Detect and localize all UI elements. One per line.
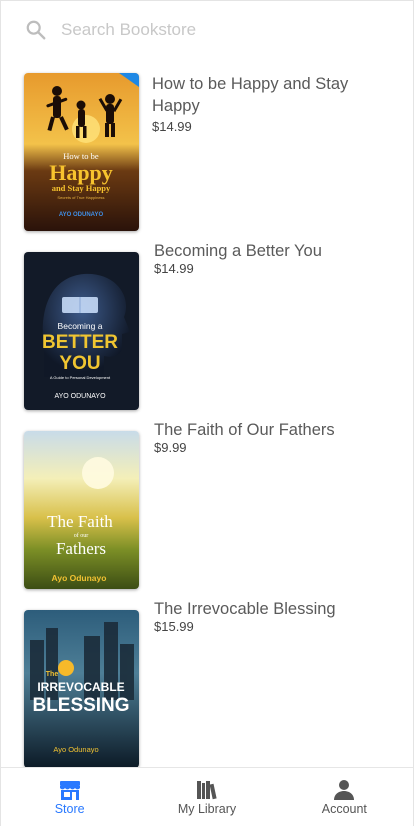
search-icon[interactable] (25, 19, 47, 41)
book-list: How to be Happy and Stay Happy Secrets o… (1, 59, 413, 775)
book-cover[interactable]: The IRREVOCABLE BLESSING Ayo Odunayo (24, 610, 139, 768)
tab-store[interactable]: Store (1, 768, 138, 827)
library-icon (196, 781, 217, 800)
book-title[interactable]: The Irrevocable Blessing (154, 598, 394, 620)
search-input[interactable] (61, 15, 391, 45)
cover-text: Ayo Odunayo (52, 573, 107, 583)
list-item[interactable]: How to be Happy and Stay Happy Secrets o… (1, 59, 413, 238)
bottom-navigation: Store My Library Account (1, 767, 413, 827)
book-cover[interactable]: Becoming a BETTER YOU A Guide to Persona… (24, 252, 139, 410)
book-title[interactable]: The Faith of Our Fathers (154, 419, 394, 441)
cover-text: The Faith (47, 512, 113, 531)
tab-label: My Library (177, 802, 237, 816)
book-price: $15.99 (154, 619, 194, 634)
list-item[interactable]: The Faith of our Fathers Ayo Odunayo The… (1, 417, 413, 596)
tab-label: Store (54, 802, 85, 816)
tab-my-library[interactable]: My Library (138, 768, 275, 827)
book-price: $14.99 (152, 119, 192, 134)
book-cover[interactable]: How to be Happy and Stay Happy Secrets o… (24, 73, 139, 231)
book-title[interactable]: How to be Happy and Stay Happy (152, 73, 392, 117)
cover-text: and Stay Happy (52, 183, 111, 193)
cover-text: IRREVOCABLE (37, 680, 124, 694)
list-item[interactable]: Becoming a BETTER YOU A Guide to Persona… (1, 238, 413, 417)
cover-text: YOU (59, 353, 100, 374)
cover-text: of our (74, 532, 89, 539)
tab-account[interactable]: Account (276, 768, 413, 827)
book-cover[interactable]: The Faith of our Fathers Ayo Odunayo (24, 431, 139, 589)
list-item[interactable]: The IRREVOCABLE BLESSING Ayo Odunayo The… (1, 596, 413, 775)
cover-text: A Guide to Personal Development (50, 375, 111, 380)
book-price: $9.99 (154, 440, 187, 455)
book-title[interactable]: Becoming a Better You (154, 240, 394, 262)
cover-text: AYO ODUNAYO (59, 212, 104, 218)
cover-text: Ayo Odunayo (53, 745, 98, 754)
cover-text: Secrets of True Happiness (57, 195, 104, 200)
cover-text: BETTER (42, 332, 118, 353)
store-icon (59, 781, 80, 800)
cover-text: AYO ODUNAYO (54, 393, 106, 400)
cover-text: The (46, 671, 59, 678)
search-bar (1, 1, 413, 59)
cover-text: BLESSING (32, 695, 129, 716)
app-frame: How to be Happy and Stay Happy Secrets o… (0, 0, 414, 827)
tab-label: Account (321, 802, 367, 816)
cover-text: Becoming a (58, 321, 103, 331)
book-price: $14.99 (154, 261, 194, 276)
cover-text: Happy (49, 160, 113, 185)
account-icon (334, 780, 355, 800)
cover-text: Fathers (56, 539, 106, 558)
